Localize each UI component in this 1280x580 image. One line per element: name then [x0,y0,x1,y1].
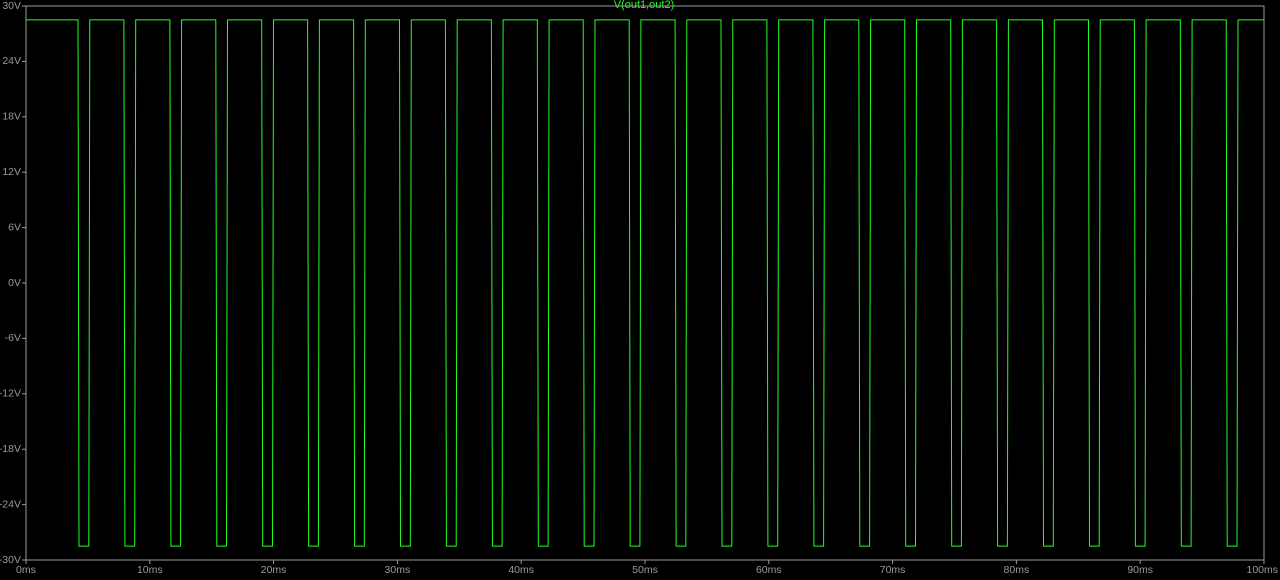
x-tick-label: 80ms [1004,564,1030,576]
x-tick-label: 10ms [137,564,163,576]
x-tick-label: 20ms [261,564,287,576]
y-tick-label: 18V [2,111,21,123]
y-tick-label: -6V [5,332,21,344]
x-tick-label: 60ms [756,564,782,576]
x-tick-label: 40ms [508,564,534,576]
x-tick-label: 70ms [880,564,906,576]
y-tick-label: 6V [8,221,21,233]
y-tick-label: -24V [0,498,21,510]
x-tick-label: 90ms [1127,564,1153,576]
x-tick-label: 50ms [632,564,658,576]
y-tick-label: -12V [0,388,21,400]
y-tick-label: 24V [2,55,21,67]
y-tick-label: 30V [2,0,21,12]
y-tick-label: 0V [8,277,21,289]
x-tick-label: 30ms [385,564,411,576]
x-tick-label: 0ms [16,564,36,576]
waveform-chart: V(out1,out2) 30V24V18V12V6V0V-6V-12V-18V… [0,0,1280,580]
x-tick-label: 100ms [1246,564,1278,576]
y-tick-label: 12V [2,166,21,178]
y-tick-label: -18V [0,443,21,455]
